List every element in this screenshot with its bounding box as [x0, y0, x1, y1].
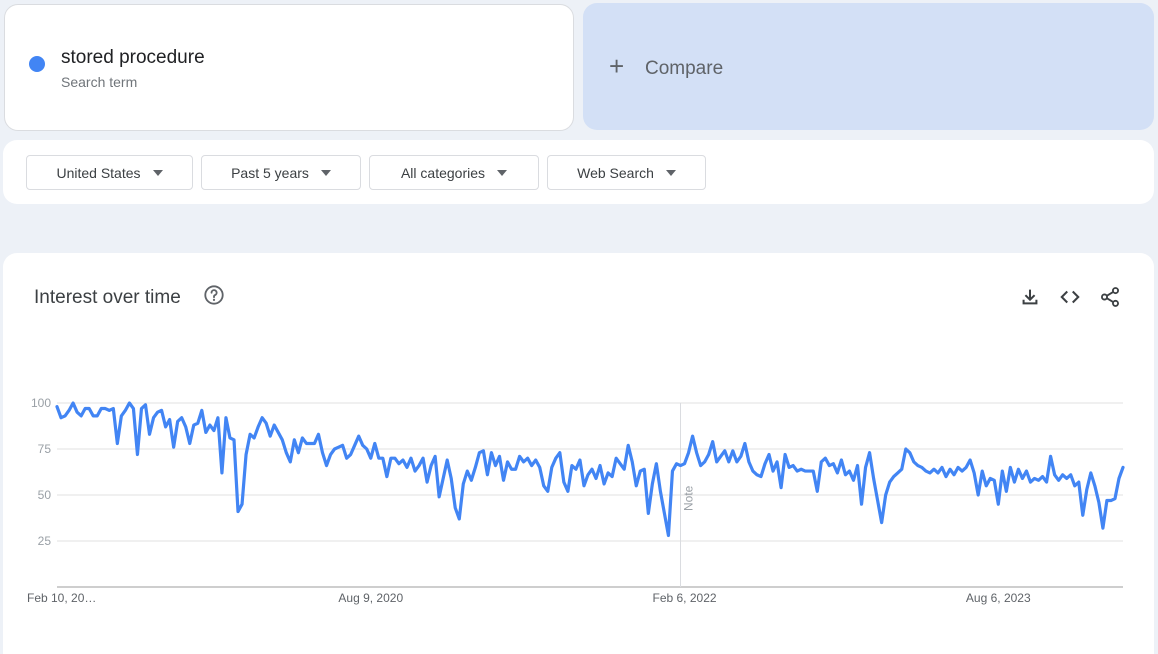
search-type-filter-label: Web Search — [577, 164, 654, 181]
y-tick-label: 50 — [38, 488, 52, 502]
x-tick-label: Aug 6, 2023 — [966, 591, 1031, 605]
compare-button[interactable]: + Compare — [583, 3, 1154, 130]
interest-over-time-card: Interest over time 100 75 50 25 Note Feb 10, … — [3, 253, 1154, 654]
filters-bar: United States Past 5 years All categorie… — [3, 140, 1154, 204]
caret-down-icon — [152, 169, 163, 176]
note-marker-label: Note — [682, 485, 696, 511]
search-type-filter-dropdown[interactable]: Web Search — [547, 155, 706, 190]
region-filter-dropdown[interactable]: United States — [26, 155, 193, 190]
search-term-subtitle: Search term — [61, 74, 138, 90]
plus-icon: + — [609, 51, 625, 81]
category-filter-label: All categories — [400, 164, 486, 181]
time-range-filter-label: Past 5 years — [231, 164, 309, 181]
search-term-card[interactable]: stored procedure Search term — [4, 4, 574, 131]
search-term-name[interactable]: stored procedure — [61, 47, 205, 69]
time-range-filter-dropdown[interactable]: Past 5 years — [201, 155, 361, 190]
interest-line-chart: 100 75 50 25 Note Feb 10, 20… Aug 9, 2020 Feb 6… — [27, 396, 1125, 605]
x-tick-label: Feb 10, 20… — [27, 591, 96, 605]
caret-down-icon — [320, 169, 331, 176]
series-line-stored-procedure — [55, 401, 1125, 538]
compare-label: Compare — [645, 58, 724, 79]
caret-down-icon — [665, 169, 676, 176]
caret-down-icon — [497, 169, 508, 176]
y-tick-label: 100 — [31, 396, 51, 410]
series-color-dot — [29, 56, 45, 72]
x-tick-label: Feb 6, 2022 — [653, 591, 717, 605]
y-tick-label: 25 — [38, 534, 52, 548]
section-divider — [0, 212, 1158, 228]
y-tick-label: 75 — [38, 442, 52, 456]
region-filter-label: United States — [56, 164, 141, 181]
x-tick-label: Aug 9, 2020 — [338, 591, 403, 605]
category-filter-dropdown[interactable]: All categories — [369, 155, 539, 190]
